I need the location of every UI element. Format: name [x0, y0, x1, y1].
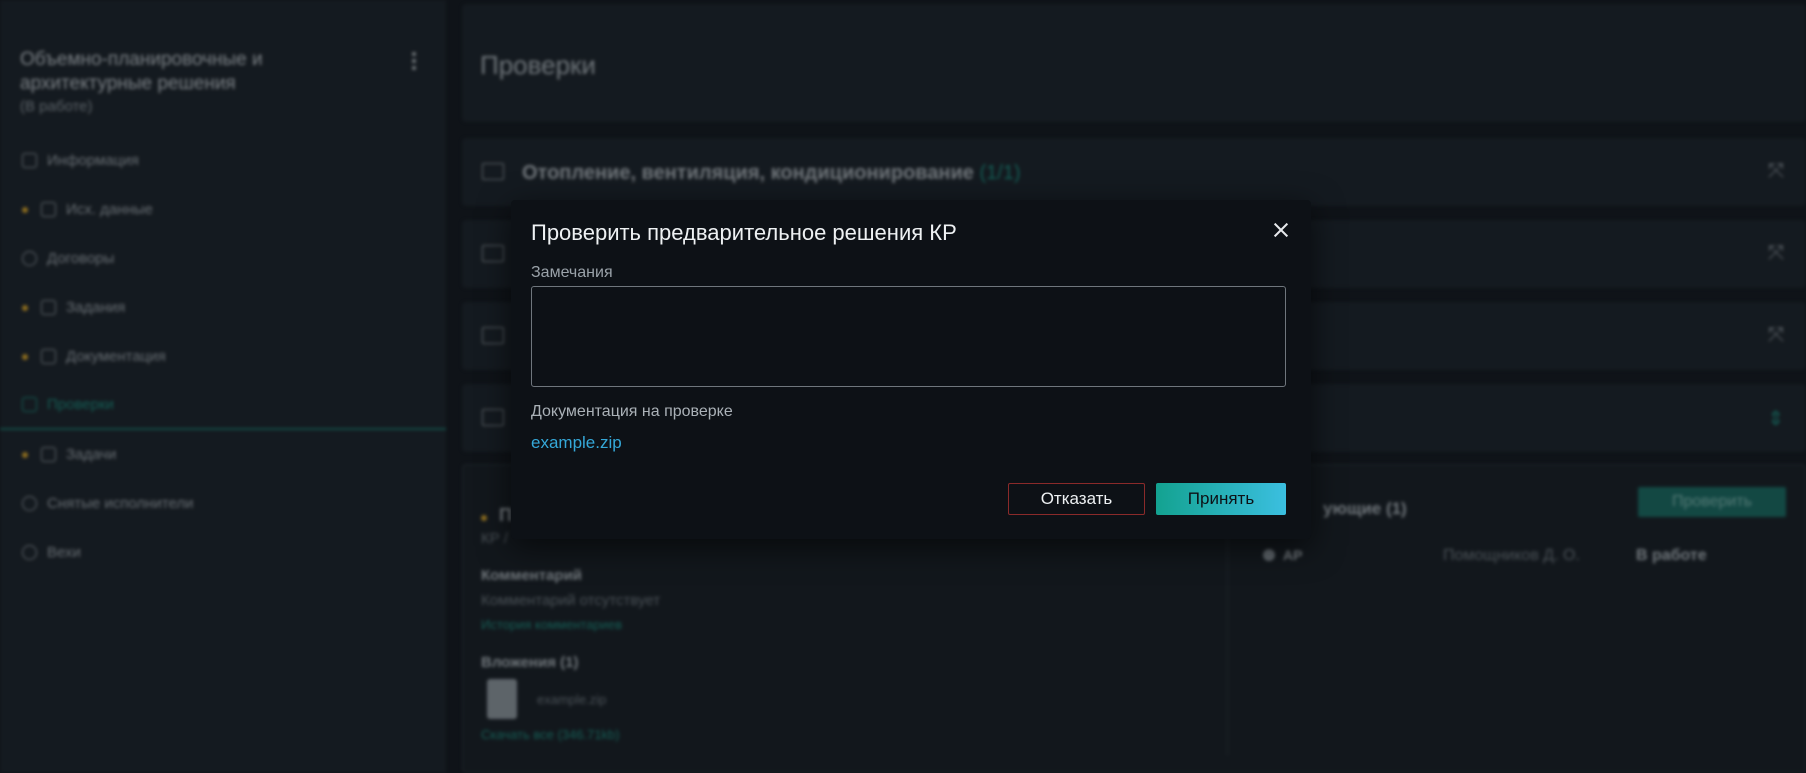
docs-under-review-label: Документация на проверке [531, 403, 733, 420]
reject-button[interactable]: Отказать [1008, 483, 1145, 515]
check-modal: Проверить предварительное решения КР Зам… [511, 200, 1311, 539]
remarks-label: Замечания [531, 264, 613, 281]
doc-file-link[interactable]: example.zip [531, 433, 622, 453]
accept-button[interactable]: Принять [1156, 483, 1286, 515]
modal-title: Проверить предварительное решения КР [531, 220, 957, 245]
close-icon[interactable] [1269, 218, 1293, 242]
remarks-textarea[interactable] [531, 286, 1286, 387]
